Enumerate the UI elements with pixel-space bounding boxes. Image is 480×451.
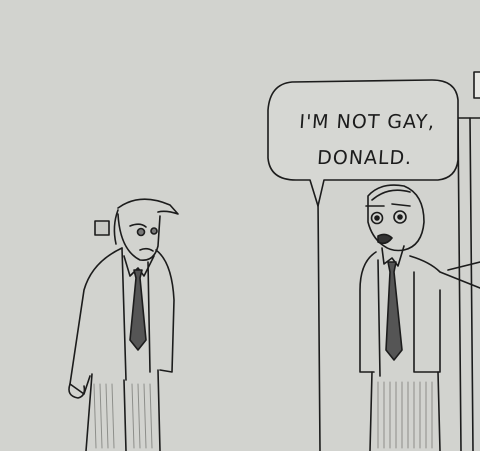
character-right [359, 184, 480, 451]
comic-drawing [68, 71, 480, 451]
speech-bubble-text: I'M NOT GAY, DONALD. [279, 104, 452, 176]
speech-line-1: I'M NOT GAY, [298, 111, 437, 133]
comic-panel: I'M NOT GAY, DONALD. [0, 0, 480, 451]
speech-line-2: DONALD. [316, 147, 414, 169]
character-left [68, 198, 179, 451]
